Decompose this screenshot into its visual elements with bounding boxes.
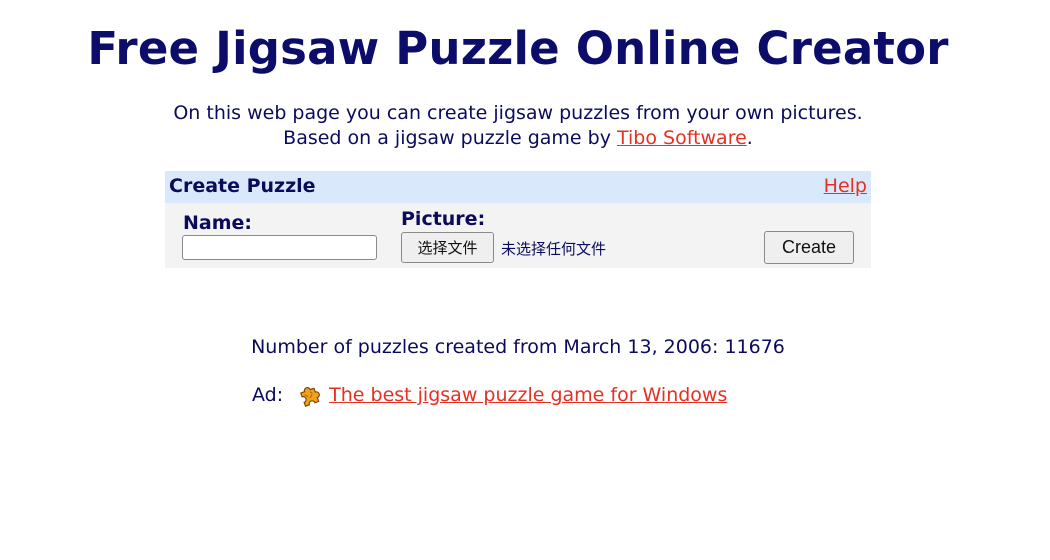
puzzle-counter: Number of puzzles created from March 13,… — [251, 336, 785, 358]
page-title: Free Jigsaw Puzzle Online Creator — [87, 22, 949, 75]
intro-text: On this web page you can create jigsaw p… — [0, 101, 1036, 151]
name-label: Name: — [183, 212, 253, 234]
intro-line-2-suffix: . — [746, 127, 753, 149]
help-link[interactable]: Help — [824, 175, 867, 197]
file-status-text: 未选择任何文件 — [501, 240, 607, 258]
choose-file-button[interactable]: 选择文件 — [401, 232, 494, 263]
ad-line: Ad: The best jigsaw puzzle game for Wind… — [252, 382, 727, 408]
ad-label: Ad: — [252, 384, 284, 406]
create-button[interactable]: Create — [764, 231, 854, 264]
picture-label: Picture: — [401, 208, 486, 230]
tibo-software-link[interactable]: Tibo Software — [617, 127, 747, 149]
puzzle-piece-icon — [297, 382, 323, 408]
intro-line-2: Based on a jigsaw puzzle game by Tibo So… — [0, 126, 1036, 151]
ad-link[interactable]: The best jigsaw puzzle game for Windows — [329, 384, 727, 406]
create-puzzle-form: Create Puzzle Help Name: Picture: 选择文件 未… — [165, 171, 871, 268]
form-header: Create Puzzle Help — [165, 171, 871, 203]
name-input[interactable] — [182, 235, 377, 260]
form-title: Create Puzzle — [169, 175, 316, 197]
intro-line-2-prefix: Based on a jigsaw puzzle game by — [283, 127, 617, 149]
intro-line-1: On this web page you can create jigsaw p… — [173, 102, 863, 124]
